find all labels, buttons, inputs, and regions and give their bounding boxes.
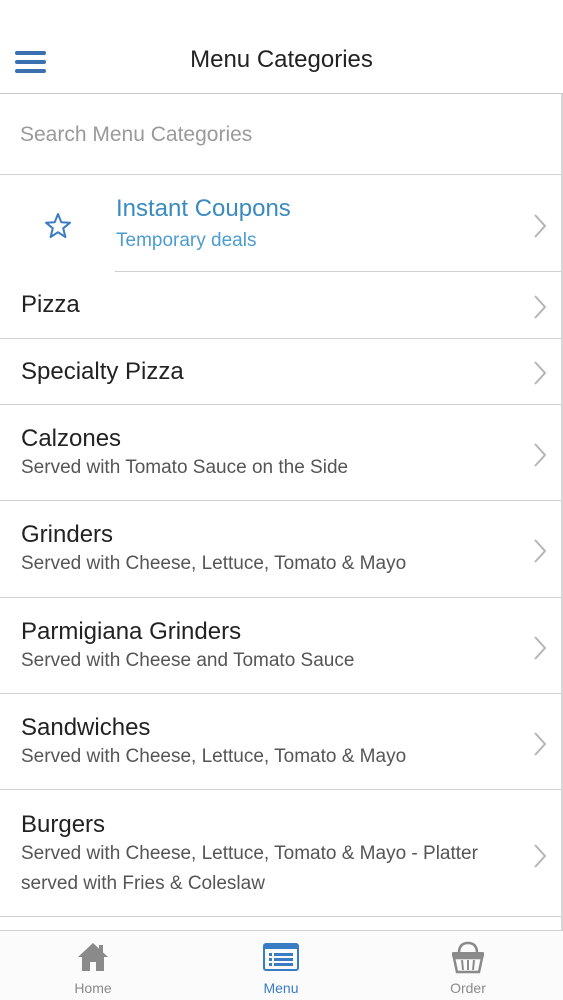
page-title: Menu Categories xyxy=(190,46,373,73)
search-input[interactable] xyxy=(20,119,540,151)
category-subtitle: Served with Tomato Sauce on the Side xyxy=(21,457,349,478)
chevron-right-icon xyxy=(533,635,547,661)
basket-icon xyxy=(452,941,484,974)
category-subtitle-line-2: served with Fries & Coleslaw xyxy=(21,873,265,894)
category-item-sandwiches[interactable]: Sandwiches Served with Cheese, Lettuce, … xyxy=(0,694,561,790)
category-title: Specialty Pizza xyxy=(21,358,184,385)
category-item-grinders[interactable]: Grinders Served with Cheese, Lettuce, To… xyxy=(0,501,561,598)
chevron-right-icon xyxy=(533,360,547,386)
home-icon xyxy=(78,943,108,971)
chevron-right-icon xyxy=(533,442,547,468)
star-icon xyxy=(45,213,71,238)
chevron-right-icon xyxy=(533,843,547,869)
coupon-title: Instant Coupons xyxy=(116,195,291,222)
category-title: Burgers xyxy=(21,811,106,838)
coupon-subtitle: Temporary deals xyxy=(116,230,257,251)
category-subtitle: Served with Cheese, Lettuce, Tomato & Ma… xyxy=(21,553,407,574)
status-strip xyxy=(0,0,563,28)
category-item-burgers[interactable]: Burgers Served with Cheese, Lettuce, Tom… xyxy=(0,790,561,917)
tab-label: Order xyxy=(450,980,486,996)
category-item-specialty-pizza[interactable]: Specialty Pizza xyxy=(0,339,561,405)
tab-menu[interactable]: Menu xyxy=(221,931,341,1000)
category-title: Grinders xyxy=(21,521,114,548)
category-item-pizza[interactable]: Pizza xyxy=(0,272,561,339)
chevron-right-icon xyxy=(533,213,547,239)
chevron-right-icon xyxy=(533,538,547,564)
category-item-calzones[interactable]: Calzones Served with Tomato Sauce on the… xyxy=(0,405,561,501)
category-title: Parmigiana Grinders xyxy=(21,618,242,645)
instant-coupons-item[interactable]: Instant Coupons Temporary deals xyxy=(0,176,561,272)
tab-label: Menu xyxy=(263,980,299,996)
category-title: Sandwiches xyxy=(21,714,151,741)
category-subtitle: Served with Cheese, Lettuce, Tomato & Ma… xyxy=(21,746,407,767)
category-title: Pizza xyxy=(21,291,80,318)
search-bar xyxy=(0,95,561,175)
tab-label: Home xyxy=(74,980,112,996)
category-subtitle-line-1: Served with Cheese, Lettuce, Tomato & Ma… xyxy=(21,843,478,864)
menu-list-icon xyxy=(263,943,299,971)
category-subtitle: Served with Cheese and Tomato Sauce xyxy=(21,650,355,671)
tab-home[interactable]: Home xyxy=(33,931,153,1000)
app-header: Menu Categories xyxy=(0,28,563,94)
chevron-right-icon xyxy=(533,731,547,757)
category-title: Calzones xyxy=(21,425,122,452)
category-item-parmigiana-grinders[interactable]: Parmigiana Grinders Served with Cheese a… xyxy=(0,598,561,694)
bottom-tab-bar: Home Menu Order xyxy=(0,930,563,1000)
tab-order[interactable]: Order xyxy=(408,931,528,1000)
chevron-right-icon xyxy=(533,294,547,320)
